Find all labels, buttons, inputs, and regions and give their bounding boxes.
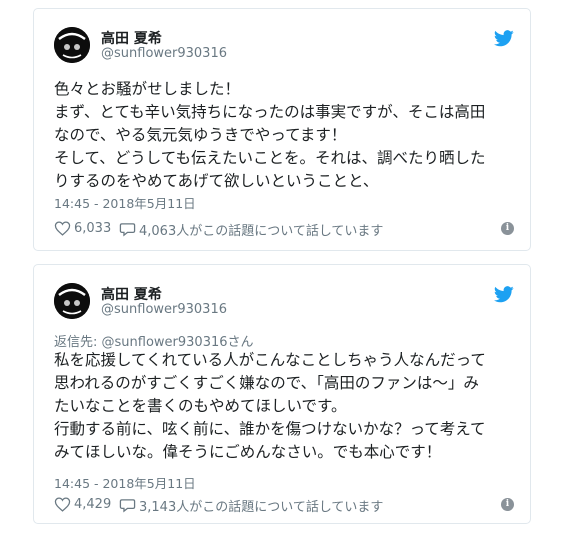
display-name[interactable]: 高田 夏希	[101, 28, 162, 48]
username[interactable]: @sunflower930316	[101, 302, 227, 317]
like-button[interactable]: 6,033	[54, 220, 111, 237]
like-button[interactable]: 4,429	[54, 496, 111, 513]
tweet-text: 私を応援してくれている人がこんなことしちゃう人なんだって 思われるのがすごくすご…	[54, 349, 524, 464]
tweet-text-line: たいなことを書くのもやめてほしいです。	[54, 397, 347, 415]
speech-bubble-icon	[119, 499, 136, 513]
tweet-text-line: まず、とても辛い気持ちになったのは事実ですが、そこは高田	[54, 103, 486, 121]
tweet-actions: 4,429 3,143人がこの話題について話しています i	[54, 496, 514, 516]
twitter-bird-icon[interactable]	[494, 286, 514, 303]
speech-bubble-icon	[119, 223, 136, 237]
twitter-bird-icon[interactable]	[494, 30, 514, 47]
conversation-link[interactable]: 4,063人がこの話題について話しています	[119, 220, 383, 239]
info-icon[interactable]: i	[501, 222, 514, 235]
tweet-text-line: りするのをやめてあげて欲しいということと、	[54, 172, 379, 190]
like-count: 4,429	[74, 497, 112, 512]
talking-count: 4,063人がこの話題について話しています	[139, 224, 384, 239]
heart-icon	[54, 221, 71, 236]
heart-icon	[54, 497, 71, 512]
timestamp[interactable]: 14:45 - 2018年5月11日	[54, 193, 196, 212]
reply-to-label[interactable]: 返信先: @sunflower930316さん	[54, 331, 254, 350]
avatar[interactable]	[54, 283, 90, 319]
tweet-text-line: 思われるのがすごくすごく嫌なので、「高田のファンは～」み	[54, 374, 479, 392]
like-count: 6,033	[74, 221, 112, 236]
tweet-text-line: 私を応援してくれている人がこんなことしちゃう人なんだって	[54, 351, 486, 369]
timestamp[interactable]: 14:45 - 2018年5月11日	[54, 473, 196, 492]
tweet-text-line: なので、やる気元気ゆうきでやってます！	[54, 126, 347, 144]
tweet-text-line: みてほしいな。偉そうにごめんなさい。でも本心です！	[54, 443, 442, 461]
tweet-text: 色々とお騒がせしました！ まず、とても辛い気持ちになったのは事実ですが、そこは高…	[54, 78, 524, 193]
tweet-text-line: そして、どうしても伝えたいことを。それは、調べたり晒した	[54, 149, 486, 167]
tweet-card[interactable]: 高田 夏希 @sunflower930316 色々とお騒がせしました！ まず、と…	[33, 8, 531, 251]
display-name[interactable]: 高田 夏希	[101, 284, 162, 304]
tweet-text-line: 色々とお騒がせしました！	[54, 80, 241, 98]
talking-count: 3,143人がこの話題について話しています	[139, 500, 384, 515]
tweet-actions: 6,033 4,063人がこの話題について話しています i	[54, 220, 514, 240]
tweet-text-line: 行動する前に、呟く前に、誰かを傷つけないかな？って考えて	[54, 420, 486, 438]
username[interactable]: @sunflower930316	[101, 46, 227, 61]
info-icon[interactable]: i	[501, 498, 514, 511]
avatar[interactable]	[54, 27, 90, 63]
conversation-link[interactable]: 3,143人がこの話題について話しています	[119, 496, 383, 515]
tweet-card[interactable]: 高田 夏希 @sunflower930316 返信先: @sunflower93…	[33, 264, 531, 524]
